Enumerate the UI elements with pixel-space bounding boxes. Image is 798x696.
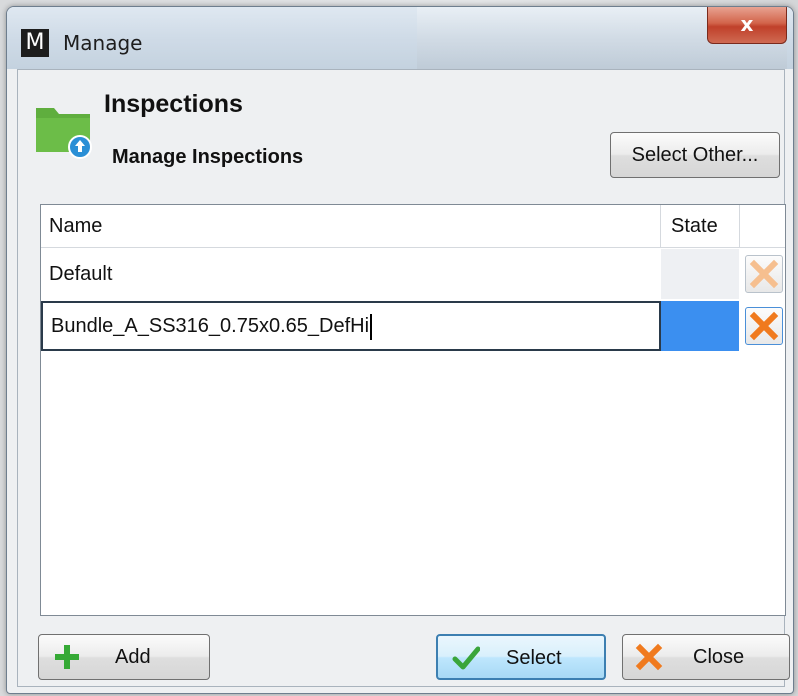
text-caret xyxy=(370,313,373,340)
delete-row-button[interactable] xyxy=(745,307,783,345)
row-state-cell[interactable] xyxy=(661,249,739,299)
checkmark-icon xyxy=(452,646,480,670)
add-button[interactable]: Add xyxy=(38,634,210,680)
column-header-state[interactable]: State xyxy=(671,205,718,247)
table-row-editing[interactable]: Bundle_A_SS316_0.75x0.65_DefHi xyxy=(41,301,785,351)
select-button-label: Select xyxy=(506,647,562,669)
select-other-button[interactable]: Select Other... xyxy=(610,132,780,178)
row-name-input-value: Bundle_A_SS316_0.75x0.65_DefHi xyxy=(51,315,370,337)
dialog-content: Inspections Manage Inspections Select Ot… xyxy=(17,69,790,687)
column-divider xyxy=(660,205,661,247)
add-button-label: Add xyxy=(115,646,151,668)
window-close-button[interactable]: x xyxy=(707,7,787,44)
table-header: Name State xyxy=(41,205,785,248)
table-row[interactable]: Default xyxy=(41,249,785,299)
column-header-name[interactable]: Name xyxy=(49,205,102,247)
page-title: Inspections xyxy=(104,90,243,118)
close-button-label: Close xyxy=(693,646,745,668)
page-subtitle: Manage Inspections xyxy=(112,146,304,168)
column-divider xyxy=(739,205,740,247)
inspections-table: Name State Default Bundle_A_SS316_0.75x0… xyxy=(40,204,786,616)
manage-dialog: M Manage x Inspections Manage Inspection… xyxy=(6,6,794,694)
select-button[interactable]: Select xyxy=(436,634,606,680)
row-state-cell-selected[interactable] xyxy=(661,301,739,351)
delete-row-button[interactable] xyxy=(745,255,783,293)
close-button[interactable]: Close xyxy=(622,634,790,680)
plus-icon xyxy=(55,645,79,669)
title-bar: M Manage x xyxy=(7,7,793,69)
app-logo-icon: M xyxy=(21,29,49,57)
delete-x-icon xyxy=(749,311,779,341)
window-title: Manage xyxy=(63,31,143,55)
folder-upload-icon xyxy=(36,108,92,159)
close-x-icon xyxy=(635,643,663,671)
row-name-cell[interactable]: Default xyxy=(49,249,112,299)
row-name-input[interactable]: Bundle_A_SS316_0.75x0.65_DefHi xyxy=(41,301,661,351)
delete-x-icon xyxy=(749,259,779,289)
